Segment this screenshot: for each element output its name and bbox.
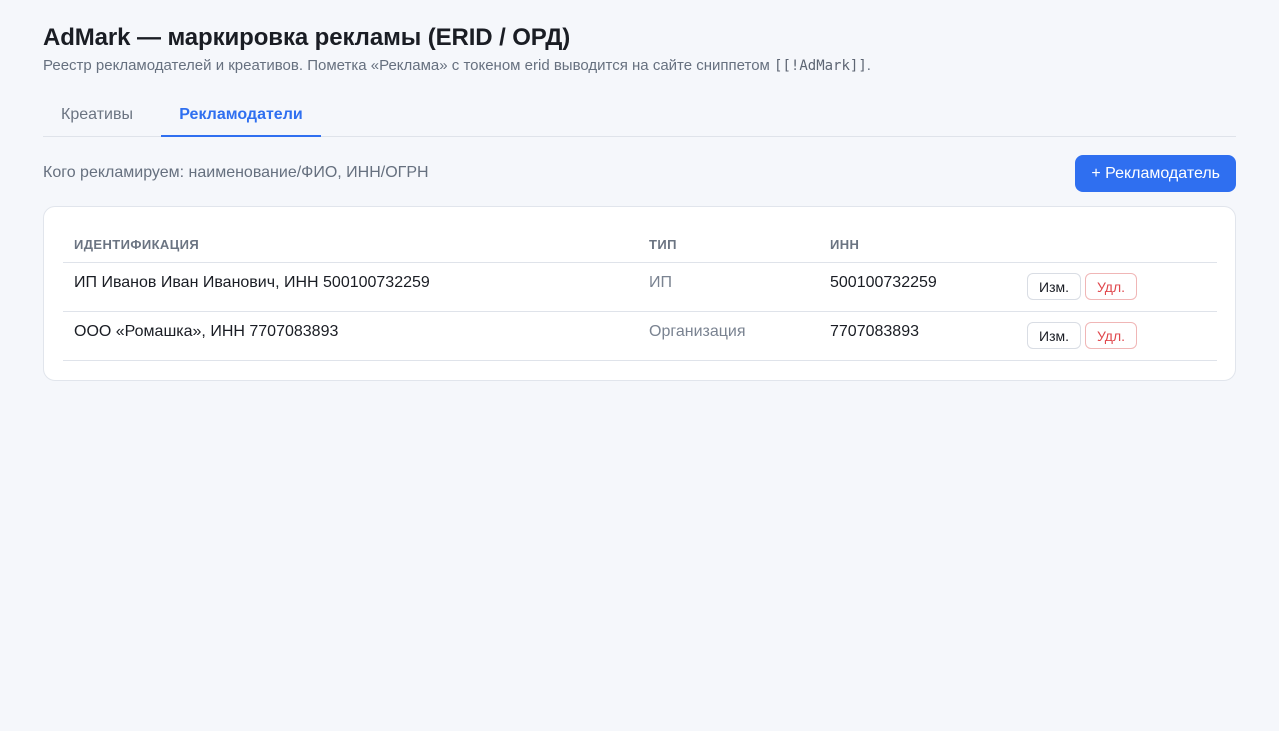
cell-ident: ООО «Ромашка», ИНН 7707083893 <box>74 323 339 340</box>
subtitle-suffix: . <box>866 57 871 74</box>
page-title: AdMark — маркировка рекламы (ERID / ОРД) <box>43 24 571 51</box>
add-advertiser-button[interactable]: + Рекламодатель <box>1075 155 1236 192</box>
subtitle-text: Реестр рекламодателей и креативов. Помет… <box>43 57 770 74</box>
tab-advertisers[interactable]: Рекламодатели <box>161 96 321 137</box>
cell-type: ИП <box>649 274 672 291</box>
delete-button[interactable]: Удл. <box>1085 322 1137 349</box>
cell-inn: 500100732259 <box>830 274 937 291</box>
snippet-code: [[!AdMark]] <box>774 58 867 74</box>
tab-bar: Креативы Рекламодатели <box>43 96 1236 137</box>
column-header-type: ТИП <box>649 237 677 252</box>
tab-creatives[interactable]: Креативы <box>43 96 151 137</box>
table-row: ООО «Ромашка», ИНН 7707083893 Организаци… <box>63 312 1217 361</box>
cell-inn: 7707083893 <box>830 323 919 340</box>
table-row: ИП Иванов Иван Иванович, ИНН 50010073225… <box>63 263 1217 312</box>
delete-button[interactable]: Удл. <box>1085 273 1137 300</box>
advertisers-table-card: ИДЕНТИФИКАЦИЯ ТИП ИНН ИП Иванов Иван Ива… <box>43 206 1236 381</box>
table-header: ИДЕНТИФИКАЦИЯ ТИП ИНН <box>63 235 1217 263</box>
page-subtitle: Реестр рекламодателей и креативов. Помет… <box>43 57 871 74</box>
cell-type: Организация <box>649 323 746 340</box>
edit-button[interactable]: Изм. <box>1027 273 1081 300</box>
edit-button[interactable]: Изм. <box>1027 322 1081 349</box>
column-header-inn: ИНН <box>830 237 860 252</box>
section-hint: Кого рекламируем: наименование/ФИО, ИНН/… <box>43 164 429 181</box>
column-header-ident: ИДЕНТИФИКАЦИЯ <box>74 237 200 252</box>
cell-ident: ИП Иванов Иван Иванович, ИНН 50010073225… <box>74 274 430 291</box>
